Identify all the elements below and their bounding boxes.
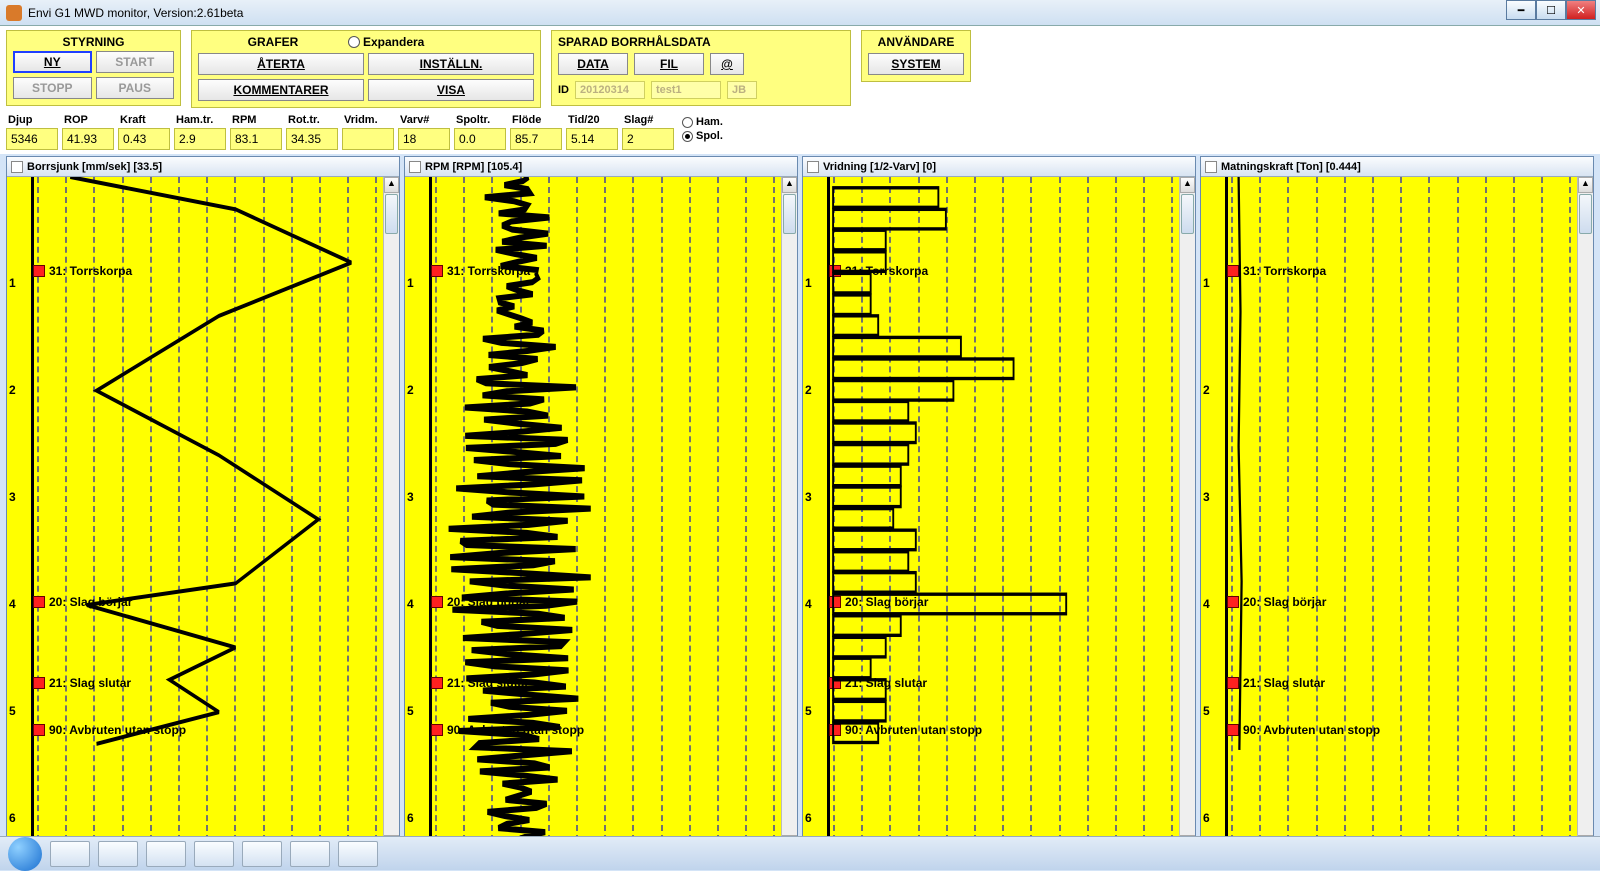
charts-row: Borrsjunk [mm/sek] [33.5]12345631: Torrs… <box>0 154 1600 854</box>
value-rop[interactable]: 41.93 <box>62 128 114 150</box>
chart-borrsjunk: Borrsjunk [mm/sek] [33.5]12345631: Torrs… <box>6 156 400 852</box>
panel-grafer-title: GRAFER <box>198 33 348 51</box>
label-kraft: Kraft <box>118 114 170 128</box>
readouts-row: Djup5346 ROP41.93 Kraft0.43 Ham.tr.2.9 R… <box>0 110 1600 154</box>
panel-styrning-title: STYRNING <box>13 33 174 51</box>
start-orb[interactable] <box>8 837 42 871</box>
panel-grafer: GRAFER Expandera ÅTERTA INSTÄLLN. KOMMEN… <box>191 30 541 108</box>
value-spoltr[interactable]: 0.0 <box>454 128 506 150</box>
label-djup: Djup <box>6 114 58 128</box>
id-field-2[interactable]: test1 <box>651 81 721 99</box>
label-spoltr: Spoltr. <box>454 114 506 128</box>
scrollbar[interactable]: ▲▼ <box>383 177 399 851</box>
chart-matningskraft: Matningskraft [Ton] [0.444]12345631: Tor… <box>1200 156 1594 852</box>
panel-anvandare-title: ANVÄNDARE <box>868 33 964 51</box>
id-field-3[interactable]: JB <box>727 81 757 99</box>
control-panels-row: STYRNING NY START STOPP PAUS GRAFER Expa… <box>0 26 1600 110</box>
chart-rpm: RPM [RPM] [105.4]12345631: Torrskorpa20:… <box>404 156 798 852</box>
taskbar-item[interactable] <box>98 841 138 867</box>
id-field-1[interactable]: 20120314 <box>575 81 645 99</box>
taskbar-item[interactable] <box>290 841 330 867</box>
taskbar-item[interactable] <box>146 841 186 867</box>
taskbar-item[interactable] <box>194 841 234 867</box>
value-djup[interactable]: 5346 <box>6 128 58 150</box>
kommentarer-button[interactable]: KOMMENTARER <box>198 79 364 101</box>
start-button[interactable]: START <box>96 51 175 73</box>
radio-icon <box>682 117 693 128</box>
panel-anvandare: ANVÄNDARE SYSTEM <box>861 30 971 82</box>
taskbar-item[interactable] <box>242 841 282 867</box>
value-vridm[interactable] <box>342 128 394 150</box>
taskbar-item[interactable] <box>50 841 90 867</box>
label-slag: Slag# <box>622 114 674 128</box>
id-label: ID <box>558 84 569 96</box>
chart-title: Borrsjunk [mm/sek] [33.5] <box>27 161 162 173</box>
visa-button[interactable]: VISA <box>368 79 534 101</box>
aterta-button[interactable]: ÅTERTA <box>198 53 364 75</box>
label-rottr: Rot.tr. <box>286 114 338 128</box>
scrollbar[interactable]: ▲▼ <box>781 177 797 851</box>
installn-button[interactable]: INSTÄLLN. <box>368 53 534 75</box>
panel-styrning: STYRNING NY START STOPP PAUS <box>6 30 181 106</box>
scrollbar[interactable]: ▲▼ <box>1577 177 1593 851</box>
value-flode[interactable]: 85.7 <box>510 128 562 150</box>
label-tid20: Tid/20 <box>566 114 618 128</box>
radio-icon <box>682 131 693 142</box>
stopp-button[interactable]: STOPP <box>13 77 92 99</box>
chart-title: RPM [RPM] [105.4] <box>425 161 522 173</box>
system-button[interactable]: SYSTEM <box>868 53 964 75</box>
window-maximize[interactable]: ☐ <box>1536 0 1566 20</box>
app-icon <box>6 5 22 21</box>
chart-icon <box>11 161 23 173</box>
paus-button[interactable]: PAUS <box>96 77 175 99</box>
data-button[interactable]: DATA <box>558 53 628 75</box>
label-rop: ROP <box>62 114 114 128</box>
taskbar-item[interactable] <box>338 841 378 867</box>
fil-button[interactable]: FIL <box>634 53 704 75</box>
expandera-radio[interactable]: Expandera <box>348 35 424 49</box>
value-hamtr[interactable]: 2.9 <box>174 128 226 150</box>
value-varv[interactable]: 18 <box>398 128 450 150</box>
window-title: Envi G1 MWD monitor, Version:2.61beta <box>28 6 243 20</box>
panel-sparad-title: SPARAD BORRHÅLSDATA <box>558 33 844 51</box>
window-minimize[interactable]: ━ <box>1506 0 1536 20</box>
chart-vridning: Vridning [1/2-Varv] [0]12345631: Torrsko… <box>802 156 1196 852</box>
chart-icon <box>1205 161 1217 173</box>
radio-icon <box>348 36 360 48</box>
value-kraft[interactable]: 0.43 <box>118 128 170 150</box>
value-rottr[interactable]: 34.35 <box>286 128 338 150</box>
taskbar[interactable] <box>0 836 1600 870</box>
window-titlebar: Envi G1 MWD monitor, Version:2.61beta ━ … <box>0 0 1600 26</box>
value-slag[interactable]: 2 <box>622 128 674 150</box>
value-tid20[interactable]: 5.14 <box>566 128 618 150</box>
chart-icon <box>807 161 819 173</box>
expandera-label: Expandera <box>363 35 424 49</box>
label-flode: Flöde <box>510 114 562 128</box>
label-varv: Varv# <box>398 114 450 128</box>
chart-icon <box>409 161 421 173</box>
chart-title: Vridning [1/2-Varv] [0] <box>823 161 936 173</box>
chart-title: Matningskraft [Ton] [0.444] <box>1221 161 1361 173</box>
panel-sparad: SPARAD BORRHÅLSDATA DATA FIL @ ID 201203… <box>551 30 851 106</box>
at-button[interactable]: @ <box>710 53 744 75</box>
scrollbar[interactable]: ▲▼ <box>1179 177 1195 851</box>
radio-spol[interactable]: Spol. <box>682 130 723 142</box>
ny-button[interactable]: NY <box>13 51 92 73</box>
label-hamtr: Ham.tr. <box>174 114 226 128</box>
label-rpm: RPM <box>230 114 282 128</box>
radio-ham[interactable]: Ham. <box>682 116 723 128</box>
label-vridm: Vridm. <box>342 114 394 128</box>
window-close[interactable]: ✕ <box>1566 0 1596 20</box>
value-rpm[interactable]: 83.1 <box>230 128 282 150</box>
